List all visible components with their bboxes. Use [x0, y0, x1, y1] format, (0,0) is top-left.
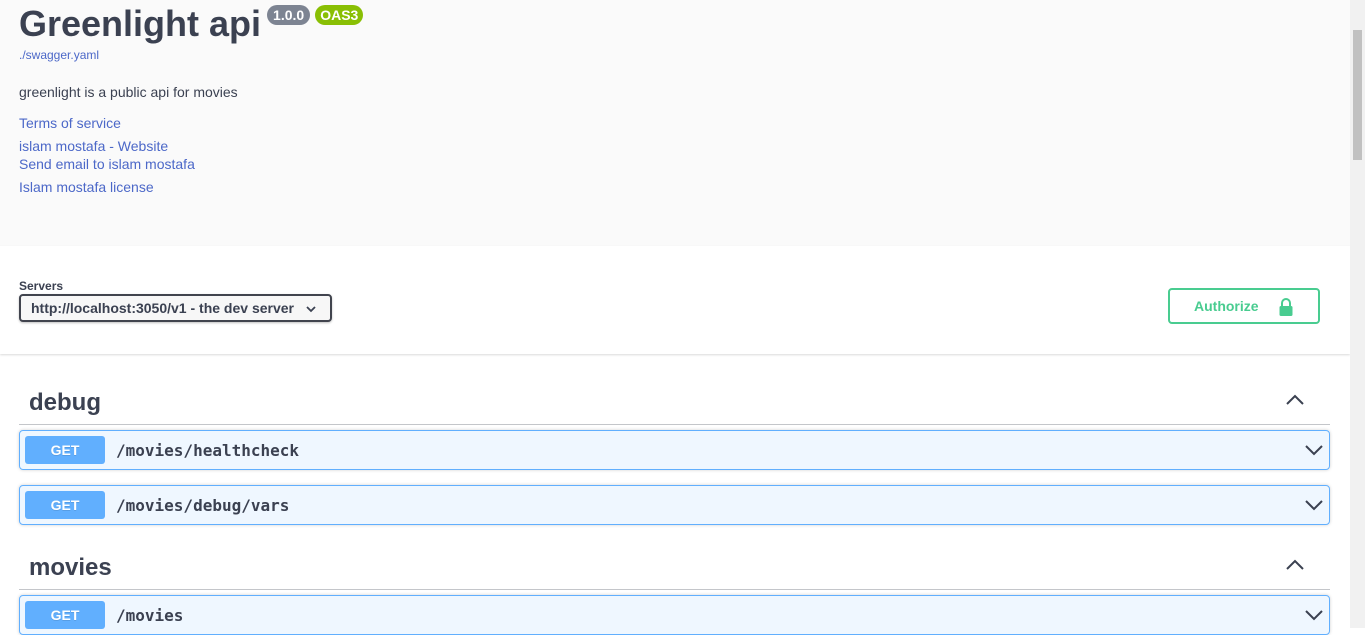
license-link[interactable]: Islam mostafa license — [19, 179, 154, 195]
api-description: greenlight is a public api for movies — [19, 84, 238, 100]
tag-header-movies[interactable]: movies — [19, 541, 1330, 590]
operation-get-healthcheck[interactable]: GET /movies/healthcheck — [19, 430, 1330, 470]
chevron-down-icon[interactable] — [1305, 609, 1323, 621]
servers-select[interactable]: http://localhost:3050/v1 - the dev serve… — [19, 294, 332, 322]
operation-get-debug-vars[interactable]: GET /movies/debug/vars — [19, 485, 1330, 525]
chevron-down-icon[interactable] — [1305, 444, 1323, 456]
title-row: Greenlight api 1.0.0 OAS3 — [19, 3, 364, 45]
contact-email-link[interactable]: Send email to islam mostafa — [19, 156, 195, 172]
terms-of-service-link[interactable]: Terms of service — [19, 115, 121, 131]
spec-url-link[interactable]: ./swagger.yaml — [19, 48, 99, 62]
authorize-button[interactable]: Authorize — [1168, 288, 1320, 324]
chevron-down-icon[interactable] — [1305, 499, 1323, 511]
servers-selected-value: http://localhost:3050/v1 - the dev serve… — [31, 300, 294, 316]
page-title: Greenlight api — [19, 3, 262, 44]
tag-title: debug — [29, 389, 101, 416]
operation-path: /movies — [116, 606, 184, 625]
tag-title: movies — [29, 554, 112, 581]
operation-path: /movies/healthcheck — [116, 441, 300, 460]
info-section: Greenlight api 1.0.0 OAS3 ./swagger.yaml… — [0, 0, 1350, 246]
lock-icon — [1279, 298, 1293, 316]
oas-badge: OAS3 — [315, 5, 364, 25]
scrollbar-thumb[interactable] — [1353, 30, 1362, 160]
chevron-up-icon[interactable] — [1286, 394, 1304, 406]
servers-bar: Servers http://localhost:3050/v1 - the d… — [0, 246, 1350, 354]
operation-path: /movies/debug/vars — [116, 496, 290, 515]
method-badge: GET — [25, 491, 105, 519]
scrollbar[interactable] — [1350, 0, 1365, 628]
chevron-up-icon[interactable] — [1286, 559, 1304, 571]
method-badge: GET — [25, 601, 105, 629]
operation-get-movies[interactable]: GET /movies — [19, 595, 1330, 635]
method-badge: GET — [25, 436, 105, 464]
tag-header-debug[interactable]: debug — [19, 376, 1330, 425]
chevron-down-icon — [306, 306, 316, 313]
servers-label: Servers — [19, 279, 64, 293]
authorize-label: Authorize — [1194, 298, 1259, 314]
contact-website-link[interactable]: islam mostafa - Website — [19, 138, 168, 154]
version-badge: 1.0.0 — [267, 5, 311, 25]
